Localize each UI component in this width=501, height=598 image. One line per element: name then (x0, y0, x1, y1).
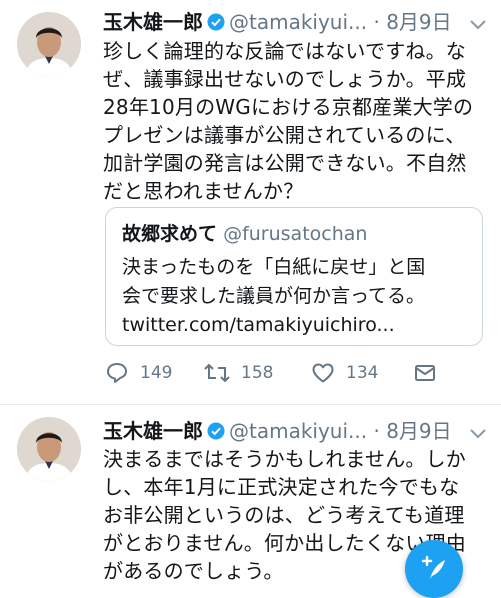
direct-message-button[interactable] (413, 360, 437, 386)
tweet-text: 珍しく論理的な反論ではないですね。な ぜ、議事録出せないのでしょうか。平成 28… (103, 37, 493, 205)
quoted-text-line: 会で要求した議員が何か言ってる。 (122, 285, 426, 307)
tweet-date[interactable]: 8月9日 (386, 10, 451, 34)
tweet-text-line: ぜ、議事録出せないのでしょうか。平成 (103, 67, 467, 91)
tweet-date[interactable]: 8月9日 (386, 419, 451, 443)
quoted-tweet-text: 決まったものを「白紙に戻せ」と国 会で要求した議員が何か言ってる。 twitte… (122, 253, 425, 340)
author-handle[interactable]: @tamakiyui... (229, 419, 367, 443)
tweet-text-line: 28年10月のWGにおける京都産業大学の (103, 95, 474, 119)
quoted-text-line: 決まったものを「白紙に戻せ」と国 (122, 256, 426, 278)
quoted-tweet-card[interactable]: 故郷求めて @furusatochan 決まったものを「白紙に戻せ」と国 会で要… (105, 207, 483, 346)
verified-badge-icon (207, 420, 225, 440)
author-handle[interactable]: @tamakiyui... (229, 10, 367, 34)
tweet-text-line: 加計学園の発言は公開できない。不自然 (103, 151, 467, 175)
quoted-link[interactable]: twitter.com/tamakiyuichiro... (122, 311, 425, 340)
reply-count: 149 (140, 363, 173, 383)
envelope-icon (413, 361, 437, 385)
separator-dot: · (373, 10, 380, 34)
quoted-author-handle: @furusatochan (223, 223, 368, 245)
tweet-text-line: し、本年1月に正式決定された今でもな (103, 475, 460, 499)
retweet-count: 158 (241, 363, 274, 383)
tweet-text-line: お非公開というのは、どう考えても道理 (103, 503, 465, 527)
tweet-text-line: プレゼンは議事が公開されているのに、 (103, 123, 466, 147)
tweet-text-line: 珍しく論理的な反論ではないですね。な (103, 39, 466, 63)
like-count: 134 (346, 363, 379, 383)
avatar[interactable] (17, 417, 81, 481)
quoted-author-name: 故郷求めて (122, 223, 218, 245)
reply-icon (105, 361, 129, 385)
compose-tweet-button[interactable] (405, 540, 463, 598)
author-name[interactable]: 玉木雄一郎 (103, 10, 203, 34)
quoted-tweet-header: 故郷求めて @furusatochan (122, 222, 367, 246)
tweet-header: 玉木雄一郎 @tamakiyui... · 8月9日 (103, 418, 452, 444)
tweet-actions: 149 158 134 (105, 360, 445, 386)
retweet-icon (203, 361, 231, 385)
separator-dot: · (373, 419, 380, 443)
like-button[interactable]: 134 (311, 360, 378, 386)
tweet-text-line: だと思われませんか？ (103, 179, 304, 203)
tweet-text-line: 決まるまではそうかもしれません。しか (103, 447, 466, 471)
tweet[interactable]: 玉木雄一郎 @tamakiyui... · 8月9日 珍しく論理的な反論ではないで… (0, 0, 501, 404)
heart-icon (311, 361, 335, 385)
chevron-down-icon[interactable] (469, 425, 487, 439)
tweet-header: 玉木雄一郎 @tamakiyui... · 8月9日 (103, 9, 452, 35)
verified-badge-icon (207, 11, 225, 31)
chevron-down-icon[interactable] (469, 16, 487, 30)
avatar[interactable] (17, 12, 81, 76)
author-name[interactable]: 玉木雄一郎 (103, 419, 203, 443)
reply-button[interactable]: 149 (105, 360, 172, 386)
retweet-button[interactable]: 158 (203, 360, 273, 386)
